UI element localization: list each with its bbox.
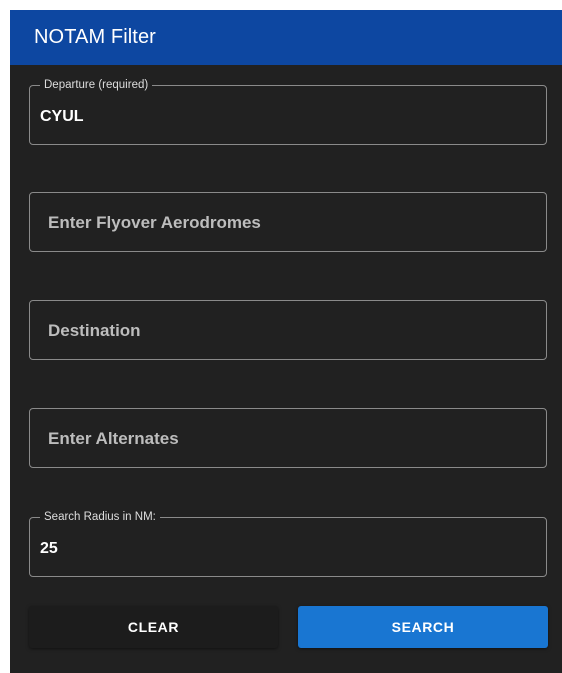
search-radius-field[interactable]: Search Radius in NM: 25 <box>29 509 547 577</box>
destination-placeholder: Destination <box>48 321 141 340</box>
clear-button[interactable]: CLEAR <box>29 606 278 648</box>
panel-header: NOTAM Filter <box>10 10 562 65</box>
departure-field[interactable]: Departure (required) CYUL <box>29 77 547 145</box>
search-button[interactable]: SEARCH <box>298 606 548 648</box>
search-radius-value[interactable]: 25 <box>40 539 58 559</box>
flyover-aerodromes-placeholder: Enter Flyover Aerodromes <box>48 213 261 232</box>
alternates-placeholder: Enter Alternates <box>48 429 179 448</box>
panel-title: NOTAM Filter <box>34 26 156 48</box>
departure-value[interactable]: CYUL <box>40 107 84 127</box>
destination-field[interactable]: Destination <box>29 300 547 360</box>
search-radius-label: Search Radius in NM: <box>40 509 160 525</box>
departure-label: Departure (required) <box>40 77 153 93</box>
flyover-aerodromes-field[interactable]: Enter Flyover Aerodromes <box>29 192 547 252</box>
notam-filter-panel: NOTAM Filter Departure (required) CYUL E… <box>10 10 562 673</box>
alternates-field[interactable]: Enter Alternates <box>29 408 547 468</box>
